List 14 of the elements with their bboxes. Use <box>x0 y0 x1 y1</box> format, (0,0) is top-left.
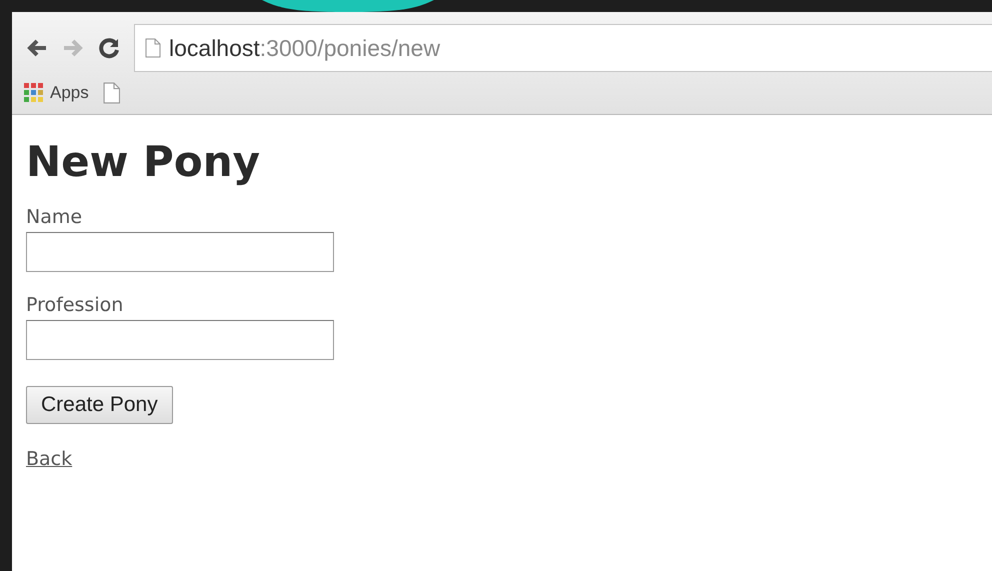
back-arrow-icon[interactable] <box>26 38 48 58</box>
page-icon <box>145 38 161 58</box>
input-field[interactable] <box>26 232 334 272</box>
field-label: Profession <box>26 294 124 316</box>
address-field[interactable]: localhost:3000/ponies/new <box>134 24 992 72</box>
input-field[interactable] <box>26 320 334 360</box>
page-icon <box>102 82 120 104</box>
page-title: New Pony <box>26 137 260 186</box>
field-label: Name <box>26 206 82 228</box>
back-link[interactable]: Back <box>26 448 72 470</box>
create-button[interactable]: Create Pony <box>26 386 173 424</box>
reload-icon[interactable] <box>98 37 120 59</box>
apps-bookmark[interactable]: Apps <box>24 83 89 103</box>
apps-grid-icon <box>24 83 44 103</box>
